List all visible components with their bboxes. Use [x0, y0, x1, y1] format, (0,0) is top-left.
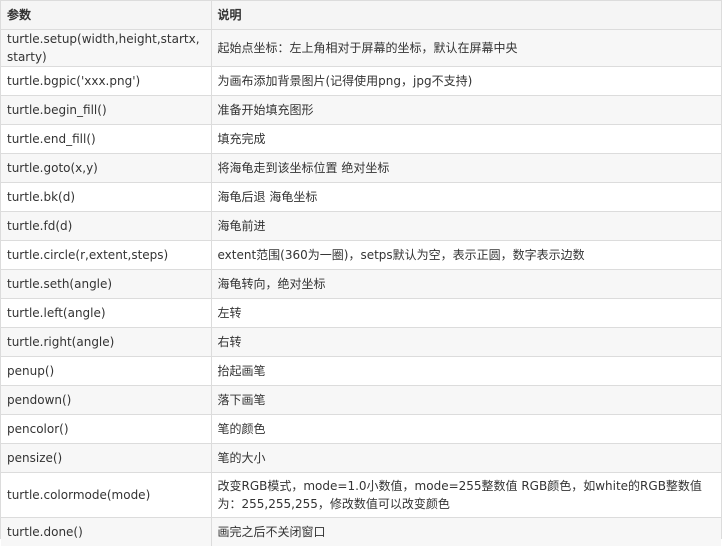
- table-row: penup() 抬起画笔: [1, 357, 721, 386]
- table-row: turtle.setup(width,height,startx,starty)…: [1, 30, 721, 67]
- table-row: pencolor() 笔的颜色: [1, 415, 721, 444]
- table-row: turtle.fd(d) 海龟前进: [1, 212, 721, 241]
- param-cell: penup(): [1, 357, 211, 386]
- param-cell: turtle.end_fill(): [1, 125, 211, 154]
- param-cell: turtle.fd(d): [1, 212, 211, 241]
- table-row: turtle.seth(angle) 海龟转向，绝对坐标: [1, 270, 721, 299]
- table-row: turtle.goto(x,y) 将海龟走到该坐标位置 绝对坐标: [1, 154, 721, 183]
- param-cell: turtle.goto(x,y): [1, 154, 211, 183]
- table-row: turtle.bgpic('xxx.png') 为画布添加背景图片(记得使用pn…: [1, 67, 721, 96]
- param-cell: turtle.right(angle): [1, 328, 211, 357]
- desc-cell: 改变RGB模式，mode=1.0小数值，mode=255整数值 RGB颜色，如w…: [211, 473, 721, 518]
- desc-cell: 笔的大小: [211, 444, 721, 473]
- desc-cell: 起始点坐标：左上角相对于屏幕的坐标，默认在屏幕中央: [211, 30, 721, 67]
- params-table: 参数 说明 turtle.setup(width,height,startx,s…: [1, 1, 721, 546]
- desc-cell: 为画布添加背景图片(记得使用png，jpg不支持): [211, 67, 721, 96]
- param-cell: pencolor(): [1, 415, 211, 444]
- param-cell: turtle.bk(d): [1, 183, 211, 212]
- table-row: turtle.left(angle) 左转: [1, 299, 721, 328]
- table-row: turtle.colormode(mode) 改变RGB模式，mode=1.0小…: [1, 473, 721, 518]
- desc-cell: 画完之后不关闭窗口: [211, 518, 721, 546]
- desc-cell: 将海龟走到该坐标位置 绝对坐标: [211, 154, 721, 183]
- desc-cell: 填充完成: [211, 125, 721, 154]
- desc-cell: 右转: [211, 328, 721, 357]
- desc-cell: extent范围(360为一圈)，setps默认为空，表示正圆，数字表示边数: [211, 241, 721, 270]
- header-param: 参数: [1, 1, 211, 30]
- param-cell: turtle.circle(r,extent,steps): [1, 241, 211, 270]
- table-header-row: 参数 说明: [1, 1, 721, 30]
- param-cell: turtle.begin_fill(): [1, 96, 211, 125]
- table-row: turtle.end_fill() 填充完成: [1, 125, 721, 154]
- param-cell: turtle.done(): [1, 518, 211, 546]
- param-cell: pensize(): [1, 444, 211, 473]
- table-row: turtle.circle(r,extent,steps) extent范围(3…: [1, 241, 721, 270]
- desc-cell: 海龟转向，绝对坐标: [211, 270, 721, 299]
- desc-cell: 海龟前进: [211, 212, 721, 241]
- desc-cell: 笔的颜色: [211, 415, 721, 444]
- desc-cell: 抬起画笔: [211, 357, 721, 386]
- table-row: turtle.bk(d) 海龟后退 海龟坐标: [1, 183, 721, 212]
- param-cell: turtle.setup(width,height,startx,starty): [1, 30, 211, 67]
- desc-cell: 准备开始填充图形: [211, 96, 721, 125]
- desc-cell: 落下画笔: [211, 386, 721, 415]
- params-table-container: 参数 说明 turtle.setup(width,height,startx,s…: [0, 0, 722, 539]
- param-cell: turtle.left(angle): [1, 299, 211, 328]
- param-cell: turtle.seth(angle): [1, 270, 211, 299]
- desc-cell: 海龟后退 海龟坐标: [211, 183, 721, 212]
- table-row: turtle.right(angle) 右转: [1, 328, 721, 357]
- header-desc: 说明: [211, 1, 721, 30]
- table-row: pensize() 笔的大小: [1, 444, 721, 473]
- desc-cell: 左转: [211, 299, 721, 328]
- param-cell: turtle.colormode(mode): [1, 473, 211, 518]
- table-row: turtle.begin_fill() 准备开始填充图形: [1, 96, 721, 125]
- param-cell: pendown(): [1, 386, 211, 415]
- table-row: pendown() 落下画笔: [1, 386, 721, 415]
- param-cell: turtle.bgpic('xxx.png'): [1, 67, 211, 96]
- table-row: turtle.done() 画完之后不关闭窗口: [1, 518, 721, 546]
